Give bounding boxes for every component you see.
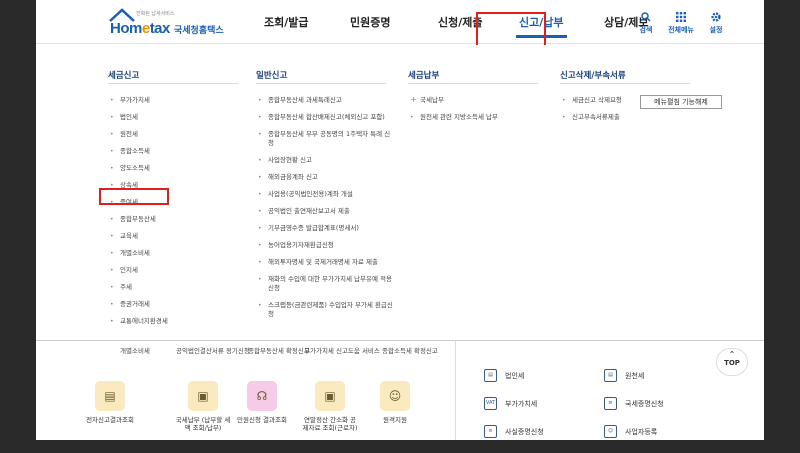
menu-item[interactable]: 종합부동산세 과세특례신고 [256, 96, 396, 105]
link-withholding-tax[interactable]: ▤ 원천세 [604, 369, 644, 382]
gear-icon [699, 12, 733, 24]
service-year-end-settlement[interactable]: ▣ 연말정산 간소화 공제자료 조회(근로자) [302, 381, 358, 432]
menu-item[interactable]: 공익법인 출연재산보고서 제출 [256, 207, 396, 216]
menu-item[interactable]: 인지세 [108, 266, 248, 275]
logo-brand: Hometax [110, 20, 170, 37]
document-icon: ▤ [95, 381, 125, 411]
menu-item[interactable]: 개별소비세 [108, 249, 248, 258]
menu-item[interactable]: 교육세 [108, 232, 248, 241]
service-remote-support[interactable]: ☺ 원격지원 [367, 381, 423, 424]
headset-icon: ☊ [247, 381, 277, 411]
grid-icon [664, 12, 698, 24]
fact-certificate-icon: ≡ [484, 425, 497, 438]
settings-button[interactable]: 설정 [699, 12, 733, 35]
link-tax-certificate[interactable]: ≡ 국세증명신청 [604, 397, 664, 410]
corporate-tax-icon: ▤ [484, 369, 497, 382]
service-e-filing-result[interactable]: ▤ 전자신고결과조회 [82, 381, 138, 424]
selected-item-highlight [99, 188, 169, 205]
menu-item[interactable]: 스크랩등(금관련제품) 수입업자 부가세 환급신청 [256, 301, 396, 319]
menu-item[interactable]: 재화의 수입에 대한 부가가치세 납부유예 적용 신청 [256, 275, 396, 293]
divider [256, 83, 386, 84]
hometax-logo[interactable]: 진화된 납세서비스 Hometax 국세청홈택스 [108, 8, 258, 38]
menu-item[interactable]: 원천세 관련 지방소득세 납부 [408, 113, 548, 122]
menu-item[interactable]: 종합부동산세 합산배제신고(체외신고 포함) [256, 113, 396, 122]
logo-tagline: 진화된 납세서비스 [136, 11, 175, 17]
mega-menu: 메뉴펼침 기능해제 세금신고 부가가치세 법인세 원천세 종합소득세 양도소득세… [36, 45, 764, 341]
shortcut-label[interactable]: 공익법인결산서류 정기신청 [176, 345, 250, 355]
menu-item[interactable]: 교통에너지환경세 [108, 317, 248, 326]
col-title: 세금신고 [108, 71, 140, 81]
menu-item[interactable]: 법인세 [108, 113, 248, 122]
nav-inquiry-issue[interactable]: 조회/발급 [264, 14, 309, 30]
menu-item-global-income-tax[interactable]: 종합소득세 [108, 147, 248, 156]
nav-civil-certificate[interactable]: 민원증명 [350, 14, 390, 30]
shortcut-label[interactable]: 종합소득세 확정신고 [382, 345, 438, 355]
column-divider [455, 341, 456, 440]
menu-item[interactable]: 종합부동산세 부부 공동명의 1주택자 특례 신청 [256, 130, 396, 148]
shortcut-label[interactable]: 개별소비세 [120, 345, 150, 355]
menu-item[interactable]: 사업용(공익법인전용)계좌 개설 [256, 190, 396, 199]
logo-korean: 국세청홈택스 [174, 26, 224, 36]
page-content: 개별소비세 공익법인결산서류 정기신청 종합부동산세 확정신고 부가가치세 신고… [36, 341, 764, 440]
service-national-tax-payment[interactable]: ▣ 국세납부 (납부할 세액 조회/납부) [175, 381, 231, 432]
shortcut-label[interactable]: 부가가치세 신고도움 서비스 [304, 345, 380, 355]
menu-item-national-tax-payment[interactable]: 국세납부 [408, 95, 548, 105]
divider [560, 83, 690, 84]
col-title: 신고삭제/부속서류 [560, 71, 626, 81]
col-delete-attachments: 신고삭제/부속서류 세금신고 삭제요청 신고부속서류제출 [560, 69, 700, 130]
menu-item[interactable]: 해외금융계좌 신고 [256, 173, 396, 182]
link-business-registration[interactable]: ☺ 사업자등록 [604, 425, 657, 438]
menu-item[interactable]: 사업장현황 신고 [256, 156, 396, 165]
col-general-report: 일반신고 종합부동산세 과세특례신고 종합부동산세 합산배제신고(체외신고 포함… [256, 69, 396, 327]
col-title: 세금납부 [408, 71, 440, 81]
shortcut-label[interactable]: 종합부동산세 확정신고 [248, 345, 310, 355]
col-tax-payment: 세금납부 국세납부 원천세 관련 지방소득세 납부 [408, 69, 548, 130]
divider [408, 83, 538, 84]
menu-item[interactable]: 신고부속서류제출 [560, 113, 700, 122]
menu-item[interactable]: 증권거래세 [108, 300, 248, 309]
chevron-up-icon: ⌃ [728, 350, 736, 359]
service-civil-result[interactable]: ☊ 민원신청 결과조회 [234, 381, 290, 424]
wallet-icon: ▣ [188, 381, 218, 411]
all-menu-button[interactable]: 전체메뉴 [664, 12, 698, 35]
divider [108, 83, 238, 84]
link-corporate-tax[interactable]: ▤ 법인세 [484, 369, 524, 382]
menu-item[interactable]: 해외투자명세 및 국제거래명세 자료 제출 [256, 258, 396, 267]
certificate-icon: ≡ [604, 397, 617, 410]
site-header: 진화된 납세서비스 Hometax 국세청홈택스 조회/발급 민원증명 신청/제… [36, 0, 764, 50]
search-icon [629, 12, 663, 24]
menu-item[interactable]: 종합부동산세 [108, 215, 248, 224]
hometax-window: 진화된 납세서비스 Hometax 국세청홈택스 조회/발급 민원증명 신청/제… [36, 0, 764, 440]
support-icon: ☺ [380, 381, 410, 411]
business-registration-icon: ☺ [604, 425, 617, 438]
menu-item[interactable]: 원천세 [108, 130, 248, 139]
menu-item[interactable]: 부가가치세 [108, 96, 248, 105]
menu-item[interactable]: 주세 [108, 283, 248, 292]
vat-icon: VAT [484, 397, 497, 410]
scroll-top-button[interactable]: ⌃ TOP [716, 348, 748, 376]
link-vat[interactable]: VAT 부가가치세 [484, 397, 537, 410]
menu-item[interactable]: 기부금영수증 발급합계표(명세서) [256, 224, 396, 233]
menu-item[interactable]: 세금신고 삭제요청 [560, 96, 700, 105]
menu-item[interactable]: 양도소득세 [108, 164, 248, 173]
search-button[interactable]: 검색 [629, 12, 663, 35]
withholding-tax-icon: ▤ [604, 369, 617, 382]
link-fact-certificate[interactable]: ≡ 사실증명신청 [484, 425, 544, 438]
wallet-icon: ▣ [315, 381, 345, 411]
col-title: 일반신고 [256, 71, 288, 81]
menu-item[interactable]: 농어업용기자재환급신청 [256, 241, 396, 250]
